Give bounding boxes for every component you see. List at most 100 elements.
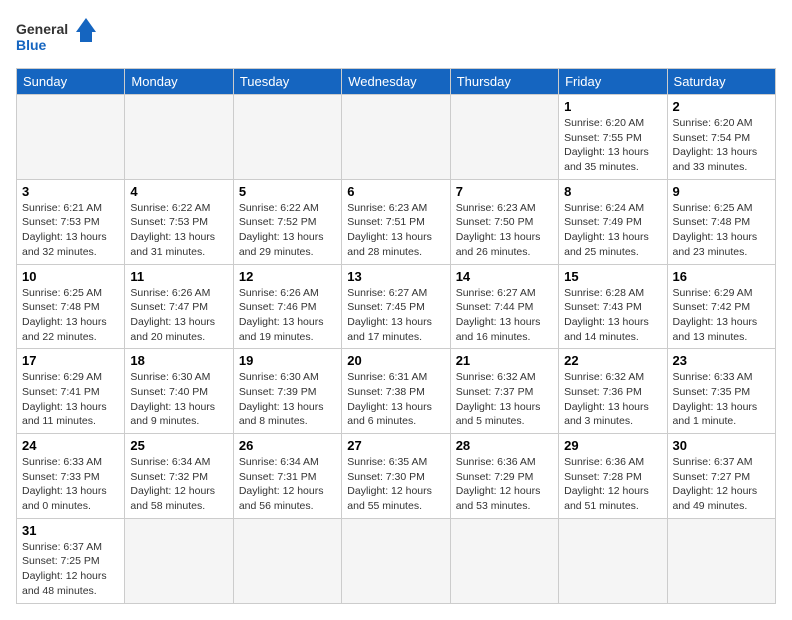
calendar-cell: 28Sunrise: 6:36 AM Sunset: 7:29 PM Dayli…	[450, 434, 558, 519]
calendar-cell: 3 Sunrise: 6:21 AM Sunset: 7:53 PM Daylig…	[17, 179, 125, 264]
day-info: Sunrise: 6:26 AM Sunset: 7:47 PM Dayligh…	[130, 286, 227, 345]
day-number: 26	[239, 438, 336, 453]
day-number: 24	[22, 438, 119, 453]
day-number: 18	[130, 353, 227, 368]
calendar-cell: 19Sunrise: 6:30 AM Sunset: 7:39 PM Dayli…	[233, 349, 341, 434]
day-number: 4	[130, 184, 227, 199]
calendar-cell: 16Sunrise: 6:29 AM Sunset: 7:42 PM Dayli…	[667, 264, 775, 349]
svg-text:Blue: Blue	[16, 37, 47, 53]
day-info: Sunrise: 6:37 AM Sunset: 7:25 PM Dayligh…	[22, 540, 119, 599]
day-number: 13	[347, 269, 444, 284]
day-number: 7	[456, 184, 553, 199]
day-info: Sunrise: 6:26 AM Sunset: 7:46 PM Dayligh…	[239, 286, 336, 345]
day-number: 15	[564, 269, 661, 284]
day-info: Sunrise: 6:32 AM Sunset: 7:37 PM Dayligh…	[456, 370, 553, 429]
day-number: 16	[673, 269, 770, 284]
calendar-cell	[125, 518, 233, 603]
calendar-cell	[233, 518, 341, 603]
calendar-cell	[342, 518, 450, 603]
calendar-cell: 4 Sunrise: 6:22 AM Sunset: 7:53 PM Daylig…	[125, 179, 233, 264]
calendar-cell	[667, 518, 775, 603]
day-info: Sunrise: 6:20 AM Sunset: 7:55 PM Dayligh…	[564, 116, 661, 175]
day-number: 25	[130, 438, 227, 453]
weekday-header-row: SundayMondayTuesdayWednesdayThursdayFrid…	[17, 69, 776, 95]
day-number: 2	[673, 99, 770, 114]
day-info: Sunrise: 6:25 AM Sunset: 7:48 PM Dayligh…	[673, 201, 770, 260]
day-info: Sunrise: 6:23 AM Sunset: 7:50 PM Dayligh…	[456, 201, 553, 260]
weekday-header-wednesday: Wednesday	[342, 69, 450, 95]
calendar-cell: 7 Sunrise: 6:23 AM Sunset: 7:50 PM Daylig…	[450, 179, 558, 264]
calendar-cell	[450, 518, 558, 603]
day-number: 10	[22, 269, 119, 284]
day-info: Sunrise: 6:34 AM Sunset: 7:31 PM Dayligh…	[239, 455, 336, 514]
weekday-header-saturday: Saturday	[667, 69, 775, 95]
calendar-cell: 25 Sunrise: 6:34 AM Sunset: 7:32 PM Dayli…	[125, 434, 233, 519]
day-number: 23	[673, 353, 770, 368]
calendar-cell: 12 Sunrise: 6:26 AM Sunset: 7:46 PM Dayli…	[233, 264, 341, 349]
day-number: 8	[564, 184, 661, 199]
day-number: 20	[347, 353, 444, 368]
calendar-cell: 15 Sunrise: 6:28 AM Sunset: 7:43 PM Dayli…	[559, 264, 667, 349]
day-number: 22	[564, 353, 661, 368]
weekday-header-tuesday: Tuesday	[233, 69, 341, 95]
day-number: 12	[239, 269, 336, 284]
weekday-header-thursday: Thursday	[450, 69, 558, 95]
day-info: Sunrise: 6:27 AM Sunset: 7:44 PM Dayligh…	[456, 286, 553, 345]
calendar-cell: 26 Sunrise: 6:34 AM Sunset: 7:31 PM Dayli…	[233, 434, 341, 519]
calendar-cell: 23Sunrise: 6:33 AM Sunset: 7:35 PM Dayli…	[667, 349, 775, 434]
day-info: Sunrise: 6:34 AM Sunset: 7:32 PM Dayligh…	[130, 455, 227, 514]
day-number: 3	[22, 184, 119, 199]
day-info: Sunrise: 6:27 AM Sunset: 7:45 PM Dayligh…	[347, 286, 444, 345]
week-row-5: 24 Sunrise: 6:33 AM Sunset: 7:33 PM Dayli…	[17, 434, 776, 519]
day-info: Sunrise: 6:31 AM Sunset: 7:38 PM Dayligh…	[347, 370, 444, 429]
calendar-cell: 30Sunrise: 6:37 AM Sunset: 7:27 PM Dayli…	[667, 434, 775, 519]
calendar-cell	[233, 95, 341, 180]
calendar-cell: 22 Sunrise: 6:32 AM Sunset: 7:36 PM Dayli…	[559, 349, 667, 434]
calendar-cell: 27 Sunrise: 6:35 AM Sunset: 7:30 PM Dayli…	[342, 434, 450, 519]
calendar-cell: 5Sunrise: 6:22 AM Sunset: 7:52 PM Daylig…	[233, 179, 341, 264]
day-info: Sunrise: 6:20 AM Sunset: 7:54 PM Dayligh…	[673, 116, 770, 175]
day-number: 6	[347, 184, 444, 199]
day-number: 11	[130, 269, 227, 284]
calendar-cell: 1 Sunrise: 6:20 AM Sunset: 7:55 PM Daylig…	[559, 95, 667, 180]
calendar-cell: 24 Sunrise: 6:33 AM Sunset: 7:33 PM Dayli…	[17, 434, 125, 519]
day-info: Sunrise: 6:23 AM Sunset: 7:51 PM Dayligh…	[347, 201, 444, 260]
day-info: Sunrise: 6:30 AM Sunset: 7:40 PM Dayligh…	[130, 370, 227, 429]
day-info: Sunrise: 6:35 AM Sunset: 7:30 PM Dayligh…	[347, 455, 444, 514]
day-info: Sunrise: 6:24 AM Sunset: 7:49 PM Dayligh…	[564, 201, 661, 260]
day-info: Sunrise: 6:28 AM Sunset: 7:43 PM Dayligh…	[564, 286, 661, 345]
weekday-header-friday: Friday	[559, 69, 667, 95]
day-number: 27	[347, 438, 444, 453]
day-info: Sunrise: 6:21 AM Sunset: 7:53 PM Dayligh…	[22, 201, 119, 260]
calendar-cell: 10 Sunrise: 6:25 AM Sunset: 7:48 PM Dayli…	[17, 264, 125, 349]
weekday-header-sunday: Sunday	[17, 69, 125, 95]
calendar-cell	[125, 95, 233, 180]
svg-text:General: General	[16, 21, 68, 37]
day-number: 9	[673, 184, 770, 199]
day-info: Sunrise: 6:37 AM Sunset: 7:27 PM Dayligh…	[673, 455, 770, 514]
day-info: Sunrise: 6:33 AM Sunset: 7:33 PM Dayligh…	[22, 455, 119, 514]
logo-svg: General Blue	[16, 16, 96, 56]
logo: General Blue	[16, 16, 96, 56]
calendar-cell	[17, 95, 125, 180]
header: General Blue	[16, 16, 776, 56]
day-info: Sunrise: 6:22 AM Sunset: 7:53 PM Dayligh…	[130, 201, 227, 260]
day-info: Sunrise: 6:36 AM Sunset: 7:28 PM Dayligh…	[564, 455, 661, 514]
day-number: 21	[456, 353, 553, 368]
calendar-cell: 29Sunrise: 6:36 AM Sunset: 7:28 PM Dayli…	[559, 434, 667, 519]
calendar-cell: 11 Sunrise: 6:26 AM Sunset: 7:47 PM Dayli…	[125, 264, 233, 349]
day-info: Sunrise: 6:36 AM Sunset: 7:29 PM Dayligh…	[456, 455, 553, 514]
calendar-cell: 8 Sunrise: 6:24 AM Sunset: 7:49 PM Daylig…	[559, 179, 667, 264]
weekday-header-monday: Monday	[125, 69, 233, 95]
calendar-cell: 20 Sunrise: 6:31 AM Sunset: 7:38 PM Dayli…	[342, 349, 450, 434]
day-info: Sunrise: 6:25 AM Sunset: 7:48 PM Dayligh…	[22, 286, 119, 345]
calendar-cell: 6 Sunrise: 6:23 AM Sunset: 7:51 PM Daylig…	[342, 179, 450, 264]
calendar-cell	[450, 95, 558, 180]
calendar-cell: 13 Sunrise: 6:27 AM Sunset: 7:45 PM Dayli…	[342, 264, 450, 349]
day-info: Sunrise: 6:29 AM Sunset: 7:41 PM Dayligh…	[22, 370, 119, 429]
day-info: Sunrise: 6:32 AM Sunset: 7:36 PM Dayligh…	[564, 370, 661, 429]
calendar: SundayMondayTuesdayWednesdayThursdayFrid…	[16, 68, 776, 604]
calendar-cell: 2 Sunrise: 6:20 AM Sunset: 7:54 PM Daylig…	[667, 95, 775, 180]
day-number: 1	[564, 99, 661, 114]
day-number: 14	[456, 269, 553, 284]
